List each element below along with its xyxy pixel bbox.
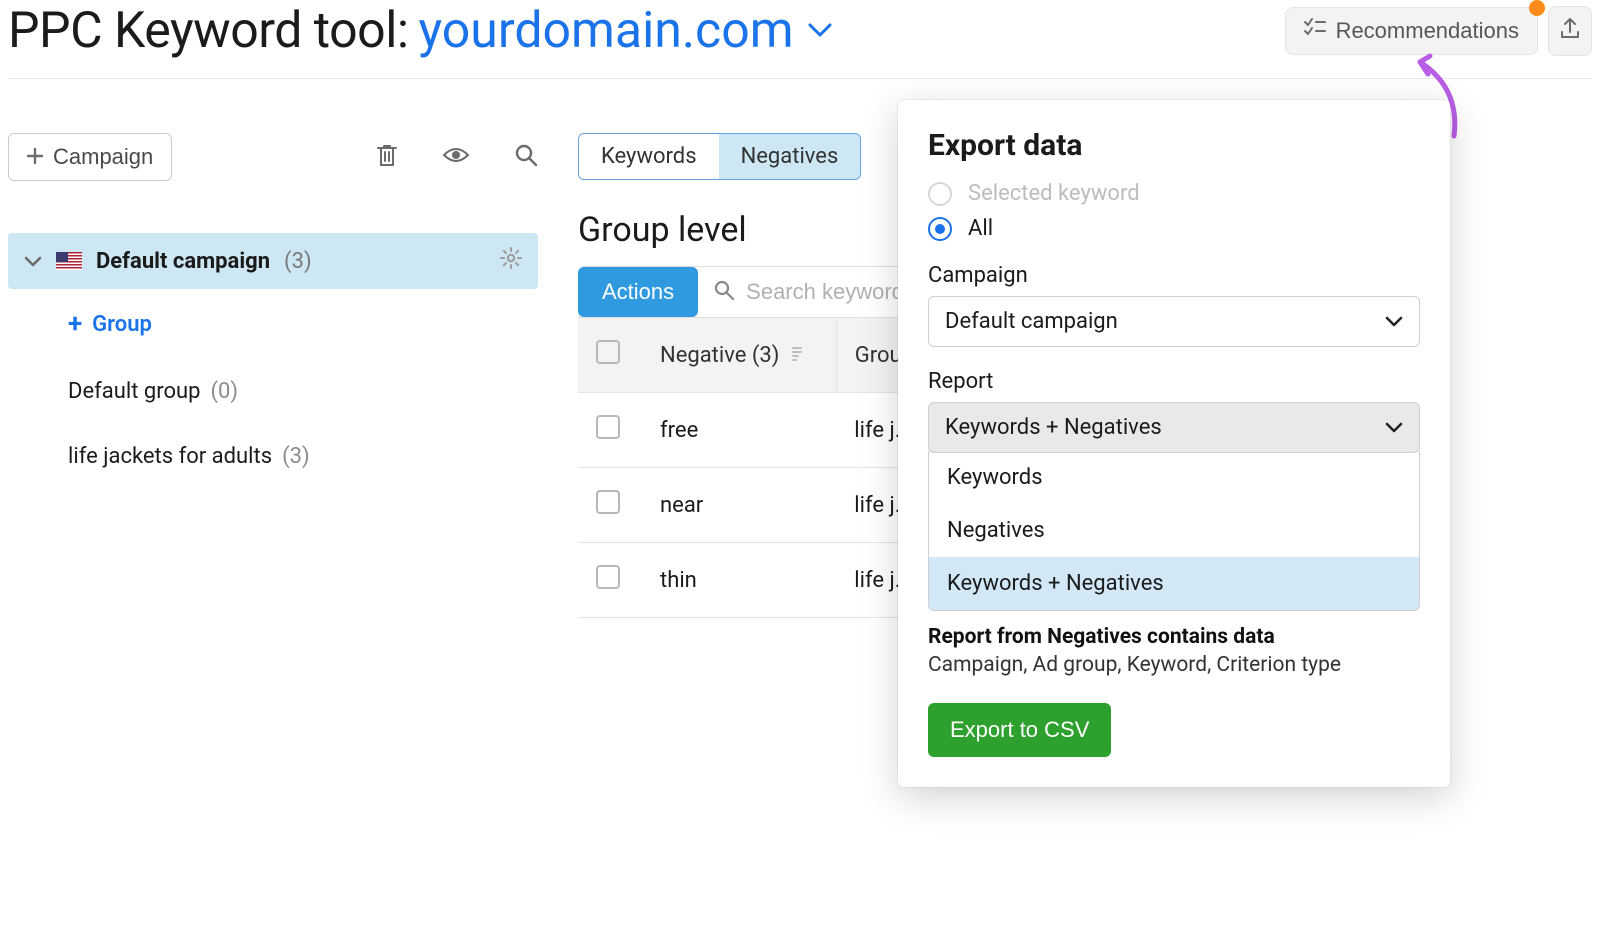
domain-dropdown[interactable]: yourdomain.com xyxy=(418,2,831,60)
group-item[interactable]: life jackets for adults (3) xyxy=(8,424,538,489)
radio-label: All xyxy=(968,216,993,241)
table-row: free life j. xyxy=(578,393,940,468)
chevron-down-icon xyxy=(1385,415,1403,440)
sort-icon xyxy=(791,343,803,368)
radio-icon xyxy=(928,182,952,206)
radio-all[interactable]: All xyxy=(928,216,1420,241)
search-icon xyxy=(714,280,734,304)
eye-icon[interactable] xyxy=(442,145,470,169)
search-icon[interactable] xyxy=(514,143,538,171)
report-select[interactable]: Keywords + Negatives xyxy=(928,402,1420,453)
radio-label: Selected keyword xyxy=(968,181,1140,206)
group-name: life jackets for adults xyxy=(68,444,272,469)
chevron-down-icon xyxy=(1385,309,1403,334)
export-icon xyxy=(1559,17,1581,45)
export-title: Export data xyxy=(928,128,1420,163)
add-group-button[interactable]: + Group xyxy=(8,289,538,359)
campaign-select[interactable]: Default campaign xyxy=(928,296,1420,347)
group-item[interactable]: Default group (0) xyxy=(8,359,538,424)
domain-name: yourdomain.com xyxy=(418,2,793,60)
row-checkbox[interactable] xyxy=(596,490,620,514)
export-hint-body: Campaign, Ad group, Keyword, Criterion t… xyxy=(928,653,1420,677)
actions-button[interactable]: Actions xyxy=(578,267,698,317)
campaign-name: Default campaign xyxy=(96,249,270,274)
select-all-checkbox[interactable] xyxy=(596,340,620,364)
report-dropdown-list: Keywords Negatives Keywords + Negatives xyxy=(928,451,1420,611)
tab-keywords[interactable]: Keywords xyxy=(579,134,719,179)
group-count: (3) xyxy=(282,444,310,469)
gear-icon[interactable] xyxy=(500,247,522,275)
col-negative[interactable]: Negative (3) xyxy=(642,318,836,393)
group-name: Default group xyxy=(68,379,200,404)
report-option-both[interactable]: Keywords + Negatives xyxy=(929,557,1419,610)
us-flag-icon xyxy=(56,252,82,270)
export-hint-title: Report from Negatives contains data xyxy=(928,625,1420,649)
row-checkbox[interactable] xyxy=(596,565,620,589)
campaign-row[interactable]: Default campaign (3) xyxy=(8,233,538,289)
add-campaign-button[interactable]: Campaign xyxy=(8,133,172,181)
radio-icon xyxy=(928,217,952,241)
radio-selected-keyword: Selected keyword xyxy=(928,181,1420,206)
chevron-down-icon xyxy=(24,249,42,274)
group-count: (0) xyxy=(210,379,238,404)
chevron-down-icon xyxy=(808,23,832,39)
recommendations-button[interactable]: Recommendations xyxy=(1285,7,1538,55)
export-popover: Export data Selected keyword All Campaig… xyxy=(898,100,1450,787)
table-header-row: Negative (3) Group xyxy=(578,318,940,393)
add-campaign-label: Campaign xyxy=(53,144,153,170)
keyword-tabs: Keywords Negatives xyxy=(578,133,861,180)
plus-icon: + xyxy=(68,309,82,339)
cell-negative: free xyxy=(642,393,836,468)
negatives-table: Negative (3) Group free life j. xyxy=(578,318,940,618)
cell-negative: thin xyxy=(642,543,836,618)
table-row: near life j. xyxy=(578,468,940,543)
page-title: PPC Keyword tool: xyxy=(8,2,408,60)
report-option-keywords[interactable]: Keywords xyxy=(929,451,1419,504)
campaign-count: (3) xyxy=(284,249,312,274)
campaign-field-label: Campaign xyxy=(928,263,1420,288)
select-value: Default campaign xyxy=(945,309,1118,334)
plus-icon xyxy=(27,144,43,170)
recommendations-label: Recommendations xyxy=(1336,18,1519,44)
select-value: Keywords + Negatives xyxy=(945,415,1162,440)
table-row: thin life j. xyxy=(578,543,940,618)
export-to-csv-button[interactable]: Export to CSV xyxy=(928,703,1111,757)
page-header: PPC Keyword tool: yourdomain.com Recomme… xyxy=(8,0,1592,79)
add-group-label: Group xyxy=(92,312,152,337)
trash-icon[interactable] xyxy=(376,143,398,171)
export-button[interactable] xyxy=(1548,6,1592,56)
report-field-label: Report xyxy=(928,369,1420,394)
row-checkbox[interactable] xyxy=(596,415,620,439)
cell-negative: near xyxy=(642,468,836,543)
report-option-negatives[interactable]: Negatives xyxy=(929,504,1419,557)
left-sidebar: Campaign xyxy=(8,133,538,618)
notification-dot-icon xyxy=(1529,0,1545,16)
checklist-icon xyxy=(1304,18,1326,44)
tab-negatives[interactable]: Negatives xyxy=(719,134,861,179)
